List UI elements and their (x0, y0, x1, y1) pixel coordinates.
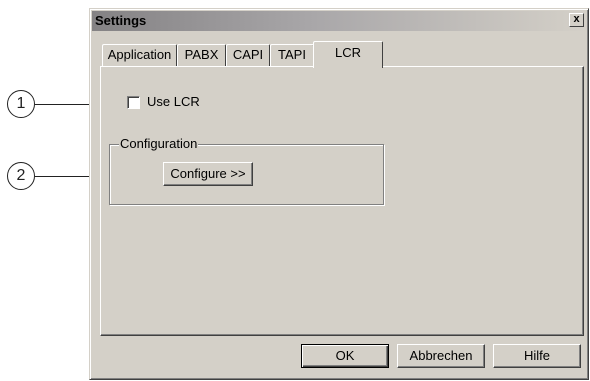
ok-button[interactable]: OK (301, 344, 389, 368)
tab-lcr-label: LCR (334, 45, 361, 60)
callout-2: 2 (7, 162, 35, 190)
tab-application[interactable]: Application (102, 44, 177, 66)
help-button[interactable]: Hilfe (493, 344, 581, 368)
close-button[interactable]: x (569, 13, 584, 27)
title-bar[interactable]: Settings x (92, 11, 586, 31)
tab-application-label: Application (107, 47, 172, 62)
close-icon: x (573, 13, 580, 25)
help-button-label: Hilfe (523, 348, 550, 363)
callout-1-leader-line (35, 104, 90, 105)
tab-capi[interactable]: CAPI (226, 44, 270, 66)
settings-dialog: Settings x Application PABX CAPI TAPI LC… (89, 8, 589, 380)
ok-button-label: OK (335, 348, 355, 363)
tab-pabx[interactable]: PABX (177, 44, 226, 66)
callout-2-leader-line (35, 176, 90, 177)
tab-panel-lcr (100, 66, 584, 336)
tab-capi-label: CAPI (232, 47, 264, 62)
tab-lcr[interactable]: LCR (313, 41, 383, 68)
tab-tapi[interactable]: TAPI (270, 44, 314, 66)
dialog-title: Settings (95, 13, 147, 28)
tab-pabx-label: PABX (184, 47, 219, 62)
callout-1: 1 (7, 90, 35, 118)
tab-tapi-label: TAPI (278, 47, 306, 62)
cancel-button[interactable]: Abbrechen (397, 344, 485, 368)
cancel-button-label: Abbrechen (409, 348, 473, 363)
